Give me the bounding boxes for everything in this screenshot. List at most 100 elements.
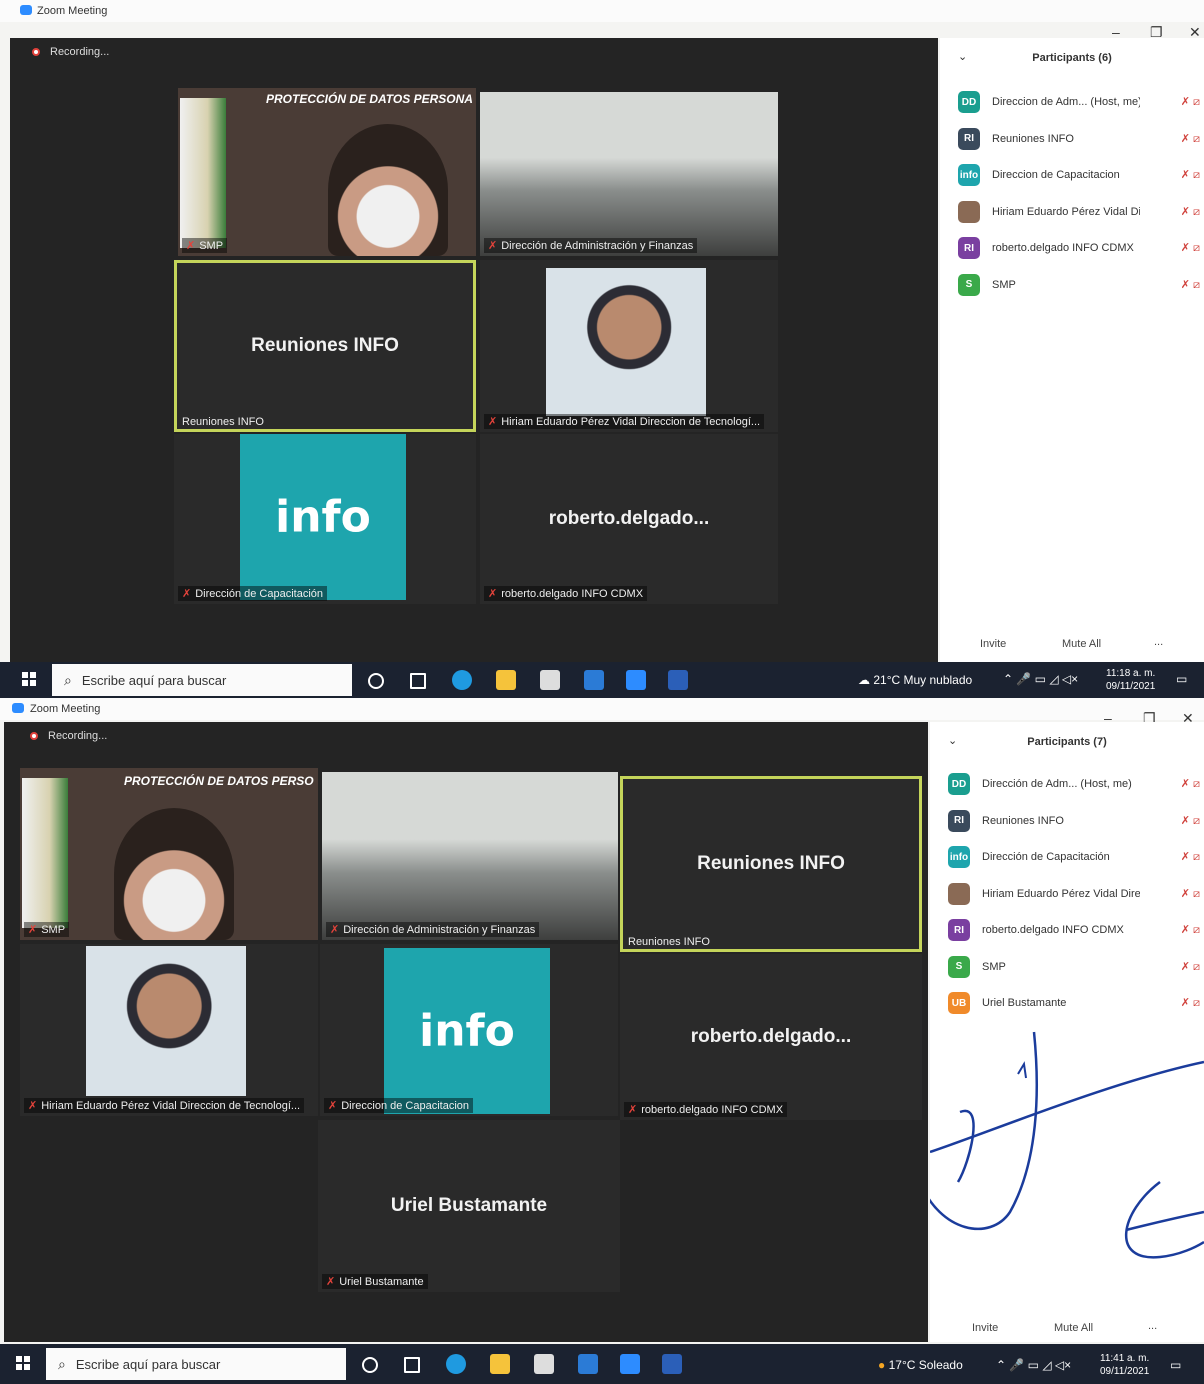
muted-mic-icon: ✗ [330,924,340,936]
window-titlebar: Zoom Meeting [0,0,1204,22]
taskbar-clock[interactable]: 11:41 a. m. 09/11/2021 [1100,1352,1149,1378]
video-tile-hiriam[interactable]: ✗ Hiriam Eduardo Pérez Vidal Direccion de… [20,944,318,1116]
participant-row[interactable]: S SMP ✗ ⧄ [948,955,1204,979]
participant-name: Direccion de Capacitacion [992,169,1120,181]
participant-name: Reuniones INFO [982,814,1064,827]
muted-mic-video-off-icon[interactable]: ✗ ⧄ [1140,278,1204,292]
participant-avatar: DD [948,773,970,795]
muted-mic-video-off-icon[interactable]: ✗ ⧄ [1140,996,1204,1010]
participant-name: Dirección de Capacitación [982,851,1110,863]
muted-mic-video-off-icon[interactable]: ✗ ⧄ [1140,960,1204,974]
weather-widget[interactable]: ● 17°C Soleado [878,1358,963,1372]
task-view-icon[interactable] [410,673,426,689]
tile-label: ✗ Uriel Bustamante [322,1274,428,1289]
video-tile-uriel[interactable]: Uriel Bustamante ✗ Uriel Bustamante [318,1120,620,1292]
video-tile-roberto[interactable]: roberto.delgado... ✗ roberto.delgado INFO… [620,954,922,1120]
screenshot-2: Zoom Meeting – ❐ ✕ Recording... PROTECCI… [0,698,1204,1384]
person-image [546,268,706,416]
taskbar-search[interactable]: ⌕ Escribe aquí para buscar [46,1348,346,1380]
word-icon[interactable] [662,1354,682,1374]
mute-all-button[interactable]: Mute All [1062,638,1101,650]
system-tray-icons[interactable]: ⌃ 🎤 ▭ ◿ ◁× [996,1358,1071,1372]
muted-mic-video-off-icon[interactable]: ✗ ⧄ [1140,850,1204,864]
participant-name-display: Uriel Bustamante [390,1195,548,1216]
video-tile-smp[interactable]: PROTECCIÓN DE DATOS PERSO ✗ SMP [20,768,318,940]
cortana-icon[interactable] [368,673,384,689]
mute-all-button[interactable]: Mute All [1054,1322,1093,1334]
taskbar-search[interactable]: ⌕ Escribe aquí para buscar [52,664,352,696]
file-explorer-icon[interactable] [490,1354,510,1374]
participant-row[interactable]: RI Reuniones INFO ✗ ⧄ [948,809,1204,833]
tile-label: ✗ Direccion de Capacitacion [324,1098,474,1113]
store-icon[interactable] [534,1354,554,1374]
zoom-taskbar-icon[interactable] [626,670,646,690]
mail-icon[interactable] [578,1354,598,1374]
system-tray-icons[interactable]: ⌃ 🎤 ▭ ◿ ◁× [1003,672,1078,686]
invite-button[interactable]: Invite [980,638,1006,650]
video-tile-capacitacion[interactable]: info ✗ Dirección de Capacitación [174,434,476,604]
screenshot-1: Zoom Meeting – ❐ ✕ Recording... PROTECCI… [0,0,1204,698]
muted-mic-video-off-icon[interactable]: ✗ ⧄ [1140,814,1204,828]
edge-icon[interactable] [452,670,472,690]
video-tile-capacitacion[interactable]: info ✗ Direccion de Capacitacion [320,944,618,1116]
muted-mic-video-off-icon[interactable]: ✗ ⧄ [1140,168,1204,182]
video-tile-direccion-admin[interactable]: ✗ Dirección de Administración y Finanzas [480,92,778,256]
tile-label: ✗ roberto.delgado INFO CDMX [624,1102,788,1117]
participant-avatar [948,882,970,905]
participant-row[interactable]: info Dirección de Capacitación ✗ ⧄ [948,845,1204,869]
zoom-taskbar-icon[interactable] [620,1354,640,1374]
participant-row[interactable]: RI roberto.delgado INFO CDMX ✗ ⧄ [958,236,1204,260]
recording-indicator: Recording... [32,46,109,58]
participants-panel: ⌄ Participants (7) DD Dirección de Adm...… [930,722,1204,1342]
tile-label: ✗ Dirección de Capacitación [178,586,328,601]
participant-row[interactable]: RI Reuniones INFO ✗ ⧄ [958,127,1204,151]
participant-row[interactable]: RI roberto.delgado INFO CDMX ✗ ⧄ [948,918,1204,942]
video-tile-direccion-admin[interactable]: ✗ Dirección de Administración y Finanzas [322,772,618,940]
muted-mic-video-off-icon[interactable]: ✗ ⧄ [1140,132,1204,146]
notification-icon[interactable]: ▭ [1176,672,1187,686]
participant-row[interactable]: info Direccion de Capacitacion ✗ ⧄ [958,163,1204,187]
store-icon[interactable] [540,670,560,690]
participant-row[interactable]: S SMP ✗ ⧄ [958,273,1204,297]
more-button[interactable]: ... [1148,1320,1157,1332]
invite-button[interactable]: Invite [972,1322,998,1334]
info-logo-image: info [240,434,406,600]
video-tile-roberto[interactable]: roberto.delgado... ✗ roberto.delgado INFO… [480,434,778,604]
muted-mic-video-off-icon[interactable]: ✗ ⧄ [1140,777,1204,791]
video-tile-reuniones-info[interactable]: Reuniones INFO Reuniones INFO [620,776,922,952]
taskbar-clock[interactable]: 11:18 a. m. 09/11/2021 [1106,667,1155,693]
info-logo-image: info [384,948,550,1114]
participant-avatar: RI [948,809,970,832]
mail-icon[interactable] [584,670,604,690]
windows-start-icon[interactable] [22,672,36,686]
flag-image [180,98,226,248]
muted-mic-video-off-icon[interactable]: ✗ ⧄ [1140,887,1204,901]
task-view-icon[interactable] [404,1357,420,1373]
word-icon[interactable] [668,670,688,690]
video-tile-smp[interactable]: PROTECCIÓN DE DATOS PERSONA ✗ SMP [178,88,476,256]
participant-name: Dirección de Adm... (Host, me) [982,778,1132,790]
participant-row[interactable]: DD Dirección de Adm... (Host, me) ✗ ⧄ [948,772,1204,796]
muted-mic-icon: ✗ [488,588,498,600]
notification-icon[interactable]: ▭ [1170,1358,1181,1372]
participant-row[interactable]: Hiriam Eduardo Pérez Vidal Dire...✗ ⧄ [948,882,1204,906]
edge-icon[interactable] [446,1354,466,1374]
cortana-icon[interactable] [362,1357,378,1373]
muted-mic-video-off-icon[interactable]: ✗ ⧄ [1140,923,1204,937]
info-logo-text: info [275,491,371,543]
muted-mic-video-off-icon[interactable]: ✗ ⧄ [1140,205,1204,219]
recording-text: Recording... [48,730,108,742]
participant-row[interactable]: Hiriam Eduardo Pérez Vidal Dire...✗ ⧄ [958,200,1204,224]
participant-avatar: info [948,846,970,868]
more-button[interactable]: ... [1154,636,1163,648]
file-explorer-icon[interactable] [496,670,516,690]
windows-start-icon[interactable] [16,1356,30,1370]
recording-indicator: Recording... [30,730,107,742]
video-tile-reuniones-info[interactable]: Reuniones INFO Reuniones INFO [174,260,476,432]
video-tile-hiriam[interactable]: ✗ Hiriam Eduardo Pérez Vidal Direccion de… [480,260,778,432]
muted-mic-video-off-icon[interactable]: ✗ ⧄ [1140,95,1204,109]
weather-widget[interactable]: ☁ 21°C Muy nublado [858,673,972,687]
participant-row[interactable]: DD Direccion de Adm... (Host, me) ✗ ⧄ [958,90,1204,114]
participants-header: Participants (6) [1032,52,1112,64]
muted-mic-video-off-icon[interactable]: ✗ ⧄ [1140,241,1204,255]
